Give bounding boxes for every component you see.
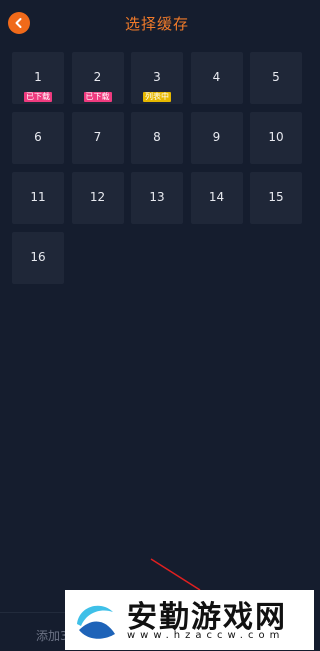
watermark-logo-icon bbox=[77, 605, 115, 639]
watermark: 安勤游戏网 www.hzaccw.com bbox=[65, 590, 314, 650]
watermark-url: www.hzaccw.com bbox=[127, 630, 285, 641]
annotation-arrow bbox=[150, 558, 201, 591]
